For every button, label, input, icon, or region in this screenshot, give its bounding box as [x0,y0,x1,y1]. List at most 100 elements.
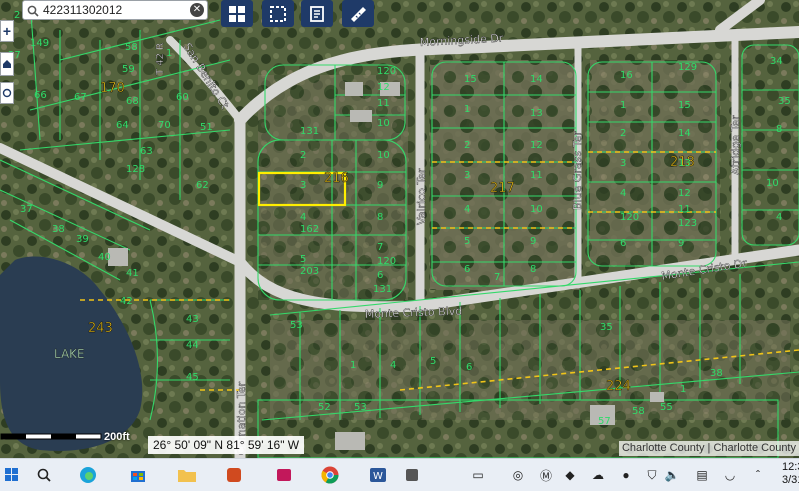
lot-number: 8 [776,124,782,135]
tray-volume-icon[interactable]: 🔈 [664,467,680,483]
block-number: 170 [100,81,125,96]
clear-search-icon[interactable]: ✕ [190,3,204,17]
app-icon [277,469,291,481]
lot-number: 6 [464,264,470,275]
lot-number: 10 [766,178,779,189]
home-button[interactable] [0,52,14,76]
lot-number: 58 [632,406,645,417]
tray-app-icon[interactable]: ◆ [562,467,578,483]
lot-number: 60 [176,92,189,103]
search-box[interactable]: ✕ [22,0,208,20]
lot-number: 40 [98,252,111,263]
lot-number: 2 [14,10,20,21]
tray-app-icon[interactable]: ● [618,467,634,483]
tray-wifi-icon[interactable]: ◡ [722,467,738,483]
lot-number: 6 [466,362,472,373]
lot-number: 1 [166,48,172,59]
lot-number: 15 [678,100,691,111]
file-explorer-app[interactable] [175,464,199,486]
lot-number: 7 [494,272,500,283]
lot-number: 8 [377,212,383,223]
lot-number: 13 [530,108,543,119]
township-label: T 42 R [155,43,166,76]
street-label-blue-grass: Blue Grass Ter [571,131,584,210]
search-icon [27,4,39,22]
lot-number: 149 [30,38,49,49]
lot-number: 35 [600,322,613,333]
tray-malwarebytes-icon[interactable]: Ⓜ [538,467,554,483]
store-app[interactable] [126,464,150,486]
lot-number: 70 [158,120,171,131]
edge-app[interactable] [76,464,100,486]
lot-number: 11 [678,204,691,215]
lot-number: 59 [122,64,135,75]
lot-number: 203 [300,266,319,277]
selection-box-icon [270,5,286,22]
map-view[interactable]: Morningside Dr San Benito Ct Valrico Ter… [0,0,799,458]
lot-number: 55 [660,402,673,413]
measure-button[interactable] [342,0,374,27]
lot-number: 1 [464,104,470,115]
lot-number: 4 [300,212,306,223]
lot-number: 62 [196,180,209,191]
lot-number: 5 [430,356,436,367]
locate-button[interactable] [0,82,14,104]
start-button[interactable] [0,464,24,486]
search-input[interactable] [43,2,183,18]
lot-number: 63 [140,146,153,157]
lot-number: 131 [300,126,319,137]
tray-headset-icon[interactable]: ◎ [510,467,526,483]
app-button[interactable] [222,464,246,486]
lot-number: 3 [620,158,626,169]
search-taskbar-button[interactable] [32,464,56,486]
lot-number: 10 [530,204,543,215]
lake-label: LAKE [54,347,85,361]
tray-cloud-icon[interactable]: ☁ [590,467,606,483]
lot-number: 120 [377,256,396,267]
lot-number: 11 [377,98,390,109]
street-label-valrico: Valrico Ter [415,168,428,225]
lot-number: 2 [464,140,470,151]
lot-number: 6 [377,270,383,281]
clock-date: 3/31 [782,474,799,486]
coordinate-readout: 26° 50' 09" N 81° 59' 16" W [148,436,305,454]
word-app[interactable]: W [366,464,390,486]
report-button[interactable] [301,0,333,27]
tray-chevron-up-icon[interactable]: ˆ [750,467,766,483]
windows-logo-icon [5,468,18,481]
word-icon: W [370,468,386,482]
lot-number: 9 [678,238,684,249]
taskbar-clock[interactable]: 12:3 3/31 [782,461,799,487]
lot-number: 162 [300,224,319,235]
lot-number: 66 [34,90,47,101]
basemap-gallery-button[interactable] [221,0,253,27]
lot-number: 42 [120,296,133,307]
tray-network-icon[interactable]: ▤ [694,467,710,483]
app-button[interactable] [400,464,424,486]
lot-number: 11 [530,170,543,181]
lot-number: 45 [186,372,199,383]
street-label-atridge: Atridge Ter [729,115,742,175]
tray-news-icon[interactable]: ▭ [470,467,486,483]
tray-security-icon[interactable]: ⛉ [644,467,660,483]
lot-number: 51 [200,122,213,133]
lot-number: 8 [530,264,536,275]
lot-number: 13 [678,158,691,169]
lot-number: 14 [530,74,543,85]
lot-number: 4 [776,212,782,223]
app-button[interactable] [272,464,296,486]
lot-number: 15 [464,74,477,85]
office-icon [227,468,241,482]
lot-number: 120 [620,212,639,223]
lot-number: 41 [126,268,139,279]
lot-number: 67 [74,92,87,103]
zoom-in-button[interactable]: + [0,20,14,42]
select-area-button[interactable] [262,0,294,27]
parcel-map[interactable]: Morningside Dr San Benito Ct Valrico Ter… [0,0,799,458]
lot-number: 1 [680,384,686,395]
lot-number: 9 [530,236,536,247]
chrome-app[interactable] [318,464,342,486]
lot-number: 53 [290,320,303,331]
lot-number: 131 [373,284,392,295]
lot-number: 12 [530,140,543,151]
